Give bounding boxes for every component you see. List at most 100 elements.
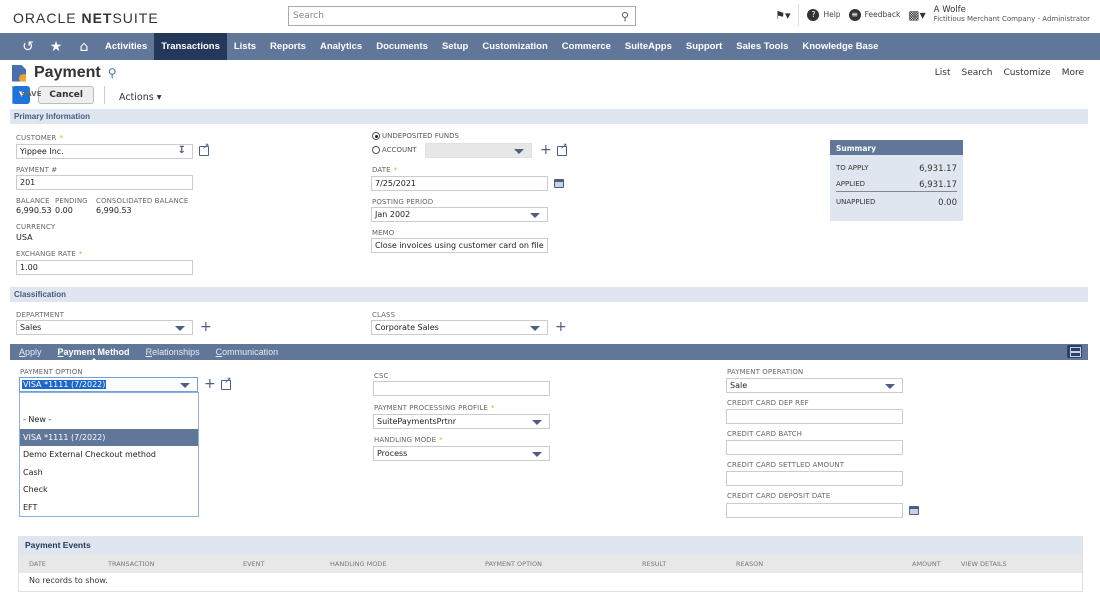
dropdown-option-demo-external[interactable]: Demo External Checkout method [20,446,198,464]
nav-analytics[interactable]: Analytics [313,33,369,60]
divider [104,86,105,104]
tab-payment-events[interactable]: Payment Events [19,536,97,555]
cc-deposit-date-field[interactable] [726,503,903,518]
calendar-icon[interactable] [554,179,564,188]
nav-lists[interactable]: Lists [227,33,263,60]
section-classification[interactable]: Classification [10,287,1088,302]
home-icon[interactable]: ⌂ [70,33,98,60]
chevron-down-icon[interactable] [180,383,190,388]
more-link[interactable]: More [1062,68,1084,78]
dropdown-option-eft[interactable]: EFT [20,499,198,517]
netsuite-logo[interactable]: ORACLE NETSUITE [13,10,159,26]
open-external-icon[interactable] [557,142,568,156]
dropdown-option-cash[interactable]: Cash [20,464,198,482]
open-external-icon[interactable] [221,376,232,390]
required-icon: * [439,436,443,444]
dropdown-option-check[interactable]: Check [20,481,198,499]
tab-payment-method[interactable]: Payment Method [58,347,130,362]
undeposited-funds-radio[interactable]: Undeposited Funds [372,132,459,140]
create-new-icon[interactable]: ⚑▾ [775,9,790,22]
star-icon[interactable]: ★ [42,33,70,60]
payment-events-table: Payment Events Date Transaction Event Ha… [18,536,1083,592]
nav-documents[interactable]: Documents [369,33,435,60]
col-handling-mode[interactable]: Handling Mode [330,560,387,568]
nav-knowledge-base[interactable]: Knowledge Base [795,33,885,60]
dropdown-option-new[interactable]: - New - [20,411,198,429]
section-primary-information[interactable]: Primary Information [10,109,1088,124]
nav-customization[interactable]: Customization [475,33,554,60]
search-link[interactable]: Search [962,68,993,78]
payment-option-select[interactable]: VISA *1111 (7/2022) [19,377,198,392]
exchange-rate-field[interactable]: 1.00 [16,260,193,275]
consolidated-balance-label: Consolidated Balance [96,197,189,205]
save-button[interactable]: Save [12,86,51,102]
tab-apply[interactable]: Apply [19,347,42,357]
open-external-icon[interactable] [199,142,210,156]
class-select[interactable]: Corporate Sales [371,320,548,335]
account-radio[interactable]: Account [372,146,417,154]
department-select[interactable]: Sales [16,320,193,335]
customize-link[interactable]: Customize [1003,68,1050,78]
search-icon[interactable]: ⚲ [621,10,629,23]
date-field[interactable]: 7/25/2021 [371,176,548,191]
handling-mode-select[interactable]: Process [373,446,550,461]
memo-field[interactable]: Close invoices using customer card on fi… [371,238,548,253]
col-payment-option[interactable]: Payment Option [485,560,542,568]
user-menu[interactable]: A Wolfe Fictitious Merchant Company - Ad… [934,6,1090,24]
cc-dep-ref-label: Credit Card Dep Ref [727,399,809,407]
calendar-icon[interactable] [909,506,919,515]
cc-dep-ref-field[interactable] [726,409,903,424]
nav-commerce[interactable]: Commerce [555,33,618,60]
nav-activities[interactable]: Activities [98,33,154,60]
customer-select[interactable]: Yippee Inc. ↧ [16,144,193,159]
add-icon[interactable]: + [204,377,216,391]
layout-toggle-icon[interactable] [1067,345,1082,358]
cc-batch-field[interactable] [726,440,903,455]
csc-field[interactable] [373,381,550,396]
processing-profile-select[interactable]: SuitePaymentsPrtnr [373,414,550,429]
col-view-details[interactable]: View Details [961,560,1007,568]
col-result[interactable]: Result [642,560,666,568]
help-icon: ? [807,9,820,21]
feedback-link[interactable]: ≡ Feedback [848,9,900,21]
cc-batch-label: Credit Card Batch [727,430,803,438]
nav-reports[interactable]: Reports [263,33,313,60]
payment-num-field[interactable]: 201 [16,175,193,190]
nav-transactions[interactable]: Transactions [154,33,227,60]
list-link[interactable]: List [935,68,951,78]
add-icon[interactable]: + [540,143,552,157]
actions-menu[interactable]: Actions ▾ [119,92,162,103]
tab-relationships[interactable]: Relationships [146,347,200,357]
col-event[interactable]: Event [243,560,265,568]
nav-sales-tools[interactable]: Sales Tools [729,33,795,60]
required-icon: * [490,404,495,412]
balance-value: 6,990.53 [16,206,52,215]
nav-suiteapps[interactable]: SuiteApps [618,33,679,60]
posting-period-select[interactable]: Jan 2002 [371,207,548,222]
page-title: Payment [34,64,101,81]
pending-value: 0.00 [55,206,73,215]
tab-communication[interactable]: Communication [216,347,279,357]
double-chevron-down-icon[interactable]: ↧ [178,145,186,156]
dropdown-option-blank[interactable] [20,393,198,411]
payment-operation-select[interactable]: Sale [726,378,903,393]
pending-label: Pending [55,197,88,205]
search-icon[interactable]: ⚲ [108,66,117,80]
dropdown-option-visa[interactable]: VISA *1111 (7/2022) [20,428,198,446]
help-link[interactable]: ? Help [807,9,841,21]
col-reason[interactable]: Reason [736,560,763,568]
nav-setup[interactable]: Setup [435,33,475,60]
add-icon[interactable]: + [200,320,212,334]
nav-support[interactable]: Support [679,33,729,60]
role-switcher-icon[interactable]: ▩▾ [908,8,925,22]
col-date[interactable]: Date [29,560,46,568]
add-icon[interactable]: + [555,320,567,334]
cc-settled-amount-field[interactable] [726,471,903,486]
recent-icon[interactable]: ↺ [14,33,42,60]
feedback-icon: ≡ [848,9,861,21]
col-transaction[interactable]: Transaction [108,560,155,568]
empty-message: No records to show. [29,576,108,585]
global-search-input[interactable]: Search ⚲ [288,6,636,26]
col-amount[interactable]: Amount [912,560,941,568]
main-nav: ↺ ★ ⌂ Activities Transactions Lists Repo… [0,33,1100,60]
